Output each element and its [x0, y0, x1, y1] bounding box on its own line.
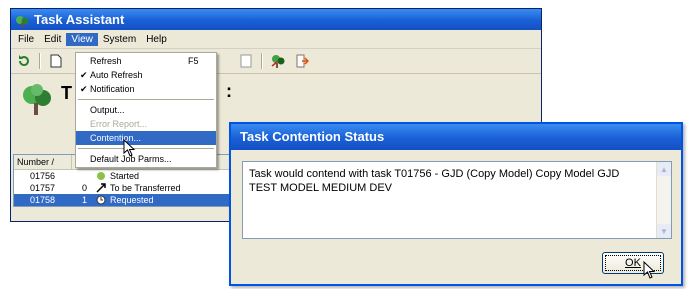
- view-menu-dropdown: Refresh F5 ✔ Auto Refresh ✔ Notification…: [75, 52, 217, 168]
- contention-message: Task would contend with task T01756 - GJ…: [249, 168, 620, 194]
- menu-item-refresh[interactable]: Refresh F5: [76, 54, 216, 68]
- task-tree-icon[interactable]: [269, 52, 287, 70]
- started-icon: [96, 170, 110, 182]
- header-colon: :: [226, 81, 232, 101]
- scroll-down-icon[interactable]: ▼: [657, 224, 671, 238]
- column-header-number[interactable]: Number /: [14, 155, 71, 169]
- clock-icon: [96, 194, 110, 206]
- vertical-scrollbar[interactable]: ▲ ▼: [656, 162, 671, 238]
- menu-system[interactable]: System: [98, 33, 141, 46]
- menu-item-contention[interactable]: Contention...: [76, 131, 216, 145]
- app-tree-icon: [15, 13, 29, 28]
- task-count: [82, 170, 96, 182]
- checkmark-icon: ✔: [80, 70, 88, 80]
- task-number: 01758: [30, 195, 56, 205]
- menu-separator: [78, 99, 214, 100]
- header-label: T: [61, 83, 72, 103]
- task-number: 01756: [30, 171, 56, 181]
- table-row[interactable]: 01758 1 Requested: [14, 194, 254, 206]
- toolbar-separator: [39, 53, 41, 69]
- menu-item-label: Default Job Parms...: [90, 154, 172, 164]
- new-document-icon[interactable]: [47, 52, 65, 70]
- menu-item-shortcut: F5: [188, 56, 199, 66]
- dialog-title[interactable]: Task Contention Status: [231, 124, 681, 150]
- menu-item-auto-refresh[interactable]: ✔ Auto Refresh: [76, 68, 216, 82]
- refresh-icon[interactable]: [15, 52, 33, 70]
- task-number: 01757: [30, 183, 56, 193]
- menu-item-default-job-parms[interactable]: Default Job Parms...: [76, 152, 216, 166]
- checkmark-icon: ✔: [80, 84, 88, 94]
- title-bar[interactable]: Task Assistant: [11, 9, 541, 30]
- menu-file[interactable]: File: [13, 33, 39, 46]
- menu-help[interactable]: Help: [141, 33, 172, 46]
- menu-edit[interactable]: Edit: [39, 33, 66, 46]
- menu-item-notification[interactable]: ✔ Notification: [76, 82, 216, 96]
- menu-item-label: Contention...: [90, 133, 142, 143]
- table-row[interactable]: 01757 0 To be Transferred: [14, 182, 254, 194]
- menu-item-error-report: Error Report...: [76, 117, 216, 131]
- menu-item-label: Auto Refresh: [90, 70, 143, 80]
- menu-separator: [78, 148, 214, 149]
- menu-item-output[interactable]: Output...: [76, 103, 216, 117]
- scroll-track[interactable]: [657, 176, 671, 224]
- toolbar-separator: [261, 53, 263, 69]
- task-count: 1: [82, 195, 88, 205]
- mouse-pointer-icon: [643, 260, 657, 282]
- menu-view[interactable]: View: [66, 32, 98, 46]
- menu-item-label: Output...: [90, 105, 125, 115]
- menu-item-label: Notification: [90, 84, 135, 94]
- task-tree-large-icon: [19, 81, 55, 120]
- transfer-arrow-icon: [96, 182, 110, 194]
- table-row[interactable]: 01756 Started: [14, 170, 254, 182]
- task-count: 0: [82, 183, 88, 193]
- menu-bar: File Edit View System Help: [11, 30, 541, 49]
- document-icon[interactable]: [237, 52, 255, 70]
- mouse-pointer-icon: [123, 138, 137, 160]
- message-textarea[interactable]: Task would contend with task T01756 - GJ…: [242, 161, 672, 239]
- menu-item-label: Refresh: [90, 56, 122, 66]
- menu-item-label: Error Report...: [90, 119, 148, 129]
- scroll-up-icon[interactable]: ▲: [657, 162, 671, 176]
- exit-icon[interactable]: [293, 52, 311, 70]
- task-contention-dialog: Task Contention Status Task would conten…: [229, 122, 683, 286]
- window-title: Task Assistant: [34, 12, 125, 27]
